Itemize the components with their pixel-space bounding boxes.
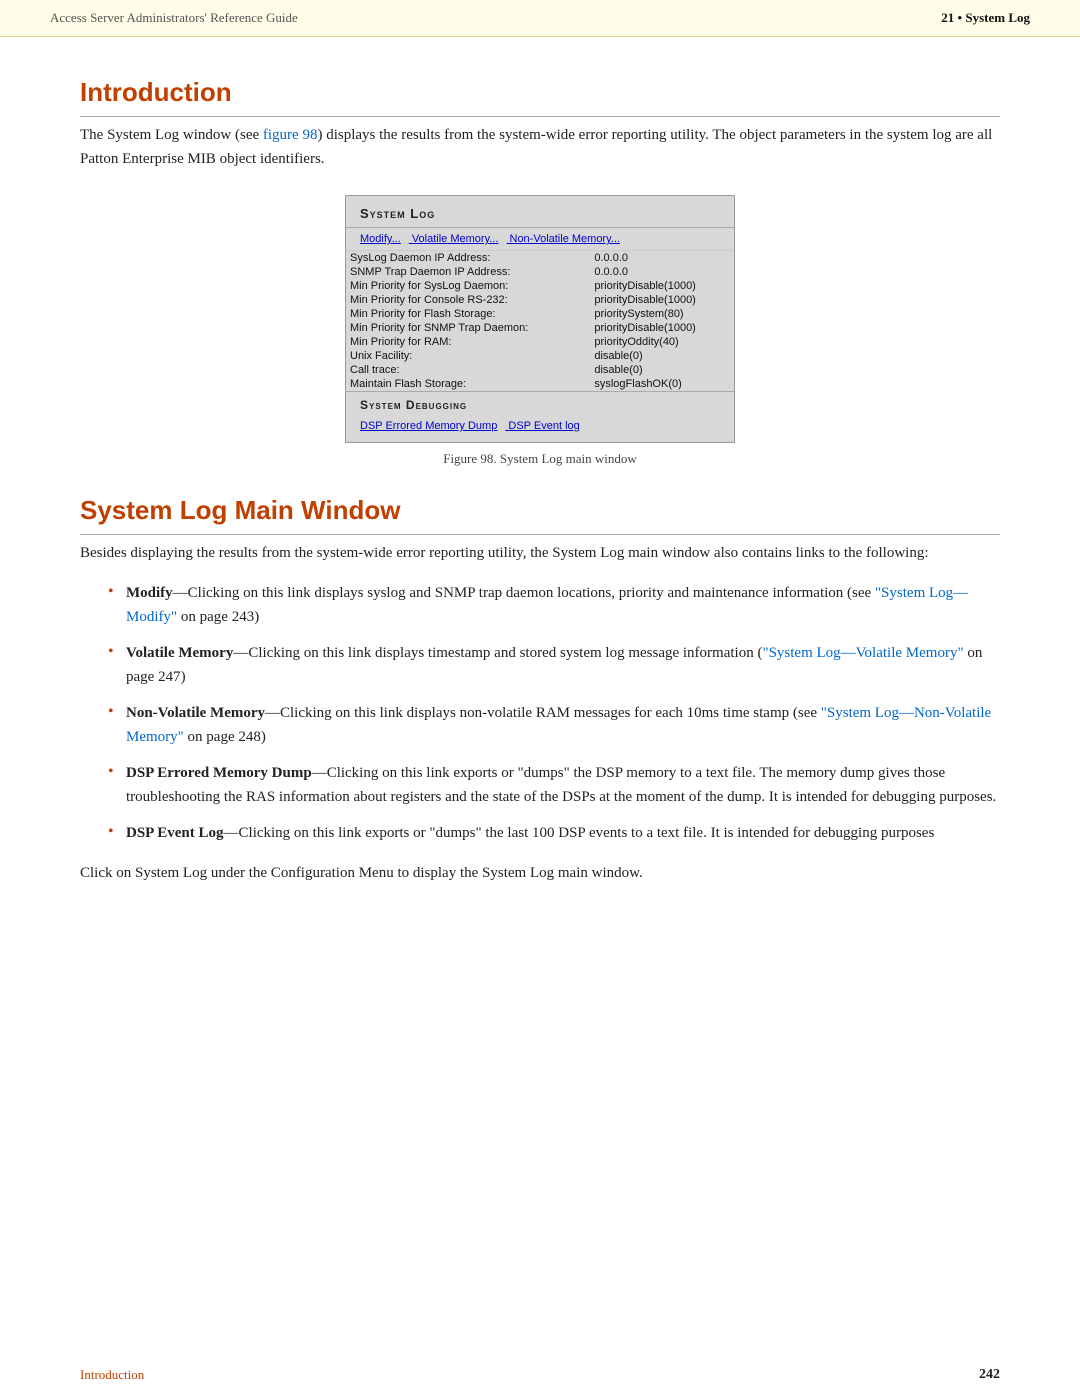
syslog-body2: Click on System Log under the Configurat… [80, 861, 1000, 885]
bold-volatile: Volatile Memory [126, 645, 233, 661]
volatile-ref-link[interactable]: "System Log—Volatile Memory" [762, 645, 963, 661]
table-row: Min Priority for RAM:priorityOddity(40) [346, 335, 734, 349]
syslog-section-title: System Log Main Window [80, 495, 1000, 535]
row-value: priorityOddity(40) [590, 335, 734, 349]
bold-dsp-dump: DSP Errored Memory Dump [126, 765, 312, 781]
figure-link[interactable]: figure 98 [263, 127, 318, 143]
footer: Introduction 242 [0, 1353, 1080, 1397]
row-value: disable(0) [590, 363, 734, 377]
row-label: Min Priority for Flash Storage: [346, 307, 590, 321]
row-label: Min Priority for RAM: [346, 335, 590, 349]
row-value: prioritySystem(80) [590, 307, 734, 321]
row-value: 0.0.0.0 [590, 251, 734, 265]
nonvolatile-link[interactable]: Non-Volatile Memory... [510, 233, 620, 245]
modify-ref-link[interactable]: "System Log—Modify" [126, 585, 968, 625]
syslog-body1: Besides displaying the results from the … [80, 541, 1000, 565]
syslog-links-row[interactable]: Modify... Volatile Memory... Non-Volatil… [346, 228, 734, 251]
table-row: Min Priority for Flash Storage:priorityS… [346, 307, 734, 321]
row-label: Min Priority for SNMP Trap Daemon: [346, 321, 590, 335]
intro-title: Introduction [80, 77, 1000, 117]
header-bar: Access Server Administrators' Reference … [0, 0, 1080, 37]
table-row: Call trace:disable(0) [346, 363, 734, 377]
volatile-link[interactable]: Volatile Memory... [412, 233, 499, 245]
modify-link[interactable]: Modify... [360, 233, 401, 245]
main-content: Introduction The System Log window (see … [0, 37, 1080, 961]
dsp-dump-link[interactable]: DSP Errored Memory Dump [360, 420, 497, 432]
row-value: syslogFlashOK(0) [590, 377, 734, 391]
bullet-list: Modify—Clicking on this link displays sy… [108, 581, 1000, 845]
row-value: priorityDisable(1000) [590, 321, 734, 335]
bold-nonvolatile: Non-Volatile Memory [126, 705, 265, 721]
row-value: priorityDisable(1000) [590, 279, 734, 293]
row-value: priorityDisable(1000) [590, 293, 734, 307]
dsp-event-link[interactable]: DSP Event log [508, 420, 579, 432]
row-label: Min Priority for SysLog Daemon: [346, 279, 590, 293]
list-item-volatile: Volatile Memory—Clicking on this link di… [108, 641, 1000, 689]
list-item-dsp-dump: DSP Errored Memory Dump—Clicking on this… [108, 761, 1000, 809]
list-item-modify: Modify—Clicking on this link displays sy… [108, 581, 1000, 629]
list-item-nonvolatile: Non-Volatile Memory—Clicking on this lin… [108, 701, 1000, 749]
bold-dsp-event: DSP Event Log [126, 825, 224, 841]
row-label: Unix Facility: [346, 349, 590, 363]
row-label: Call trace: [346, 363, 590, 377]
row-label: SNMP Trap Daemon IP Address: [346, 265, 590, 279]
row-label: SysLog Daemon IP Address: [346, 251, 590, 265]
syslog-debug-links[interactable]: DSP Errored Memory Dump DSP Event log [346, 416, 734, 442]
figure-container: System Log Modify... Volatile Memory... … [80, 195, 1000, 467]
list-item-dsp-event: DSP Event Log—Clicking on this link expo… [108, 821, 1000, 845]
footer-left: Introduction [80, 1367, 144, 1383]
table-row: Min Priority for SysLog Daemon:priorityD… [346, 279, 734, 293]
syslog-screenshot: System Log Modify... Volatile Memory... … [345, 195, 735, 443]
row-value: disable(0) [590, 349, 734, 363]
footer-right: 242 [979, 1367, 1000, 1383]
table-row: SysLog Daemon IP Address:0.0.0.0 [346, 251, 734, 265]
page-wrapper: Access Server Administrators' Reference … [0, 0, 1080, 1397]
table-row: Min Priority for Console RS-232:priority… [346, 293, 734, 307]
syslog-data-table: SysLog Daemon IP Address:0.0.0.0SNMP Tra… [346, 251, 734, 391]
syslog-screenshot-title: System Log [346, 196, 734, 228]
table-row: Unix Facility:disable(0) [346, 349, 734, 363]
row-value: 0.0.0.0 [590, 265, 734, 279]
syslog-debug-title: System Debugging [346, 391, 734, 416]
bold-modify: Modify [126, 585, 173, 601]
intro-body: The System Log window (see figure 98) di… [80, 123, 1000, 171]
row-label: Min Priority for Console RS-232: [346, 293, 590, 307]
header-right-text: 21 • System Log [941, 10, 1030, 26]
table-row: SNMP Trap Daemon IP Address:0.0.0.0 [346, 265, 734, 279]
row-label: Maintain Flash Storage: [346, 377, 590, 391]
header-left-text: Access Server Administrators' Reference … [50, 10, 298, 26]
figure-caption: Figure 98. System Log main window [443, 451, 637, 467]
table-row: Min Priority for SNMP Trap Daemon:priori… [346, 321, 734, 335]
table-row: Maintain Flash Storage:syslogFlashOK(0) [346, 377, 734, 391]
